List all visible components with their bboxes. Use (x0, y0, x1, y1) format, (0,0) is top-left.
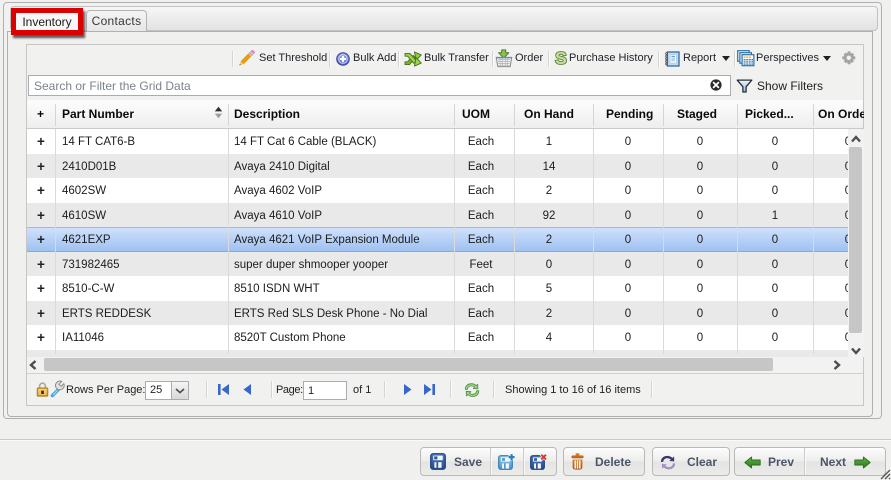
svg-text:S: S (555, 48, 567, 67)
